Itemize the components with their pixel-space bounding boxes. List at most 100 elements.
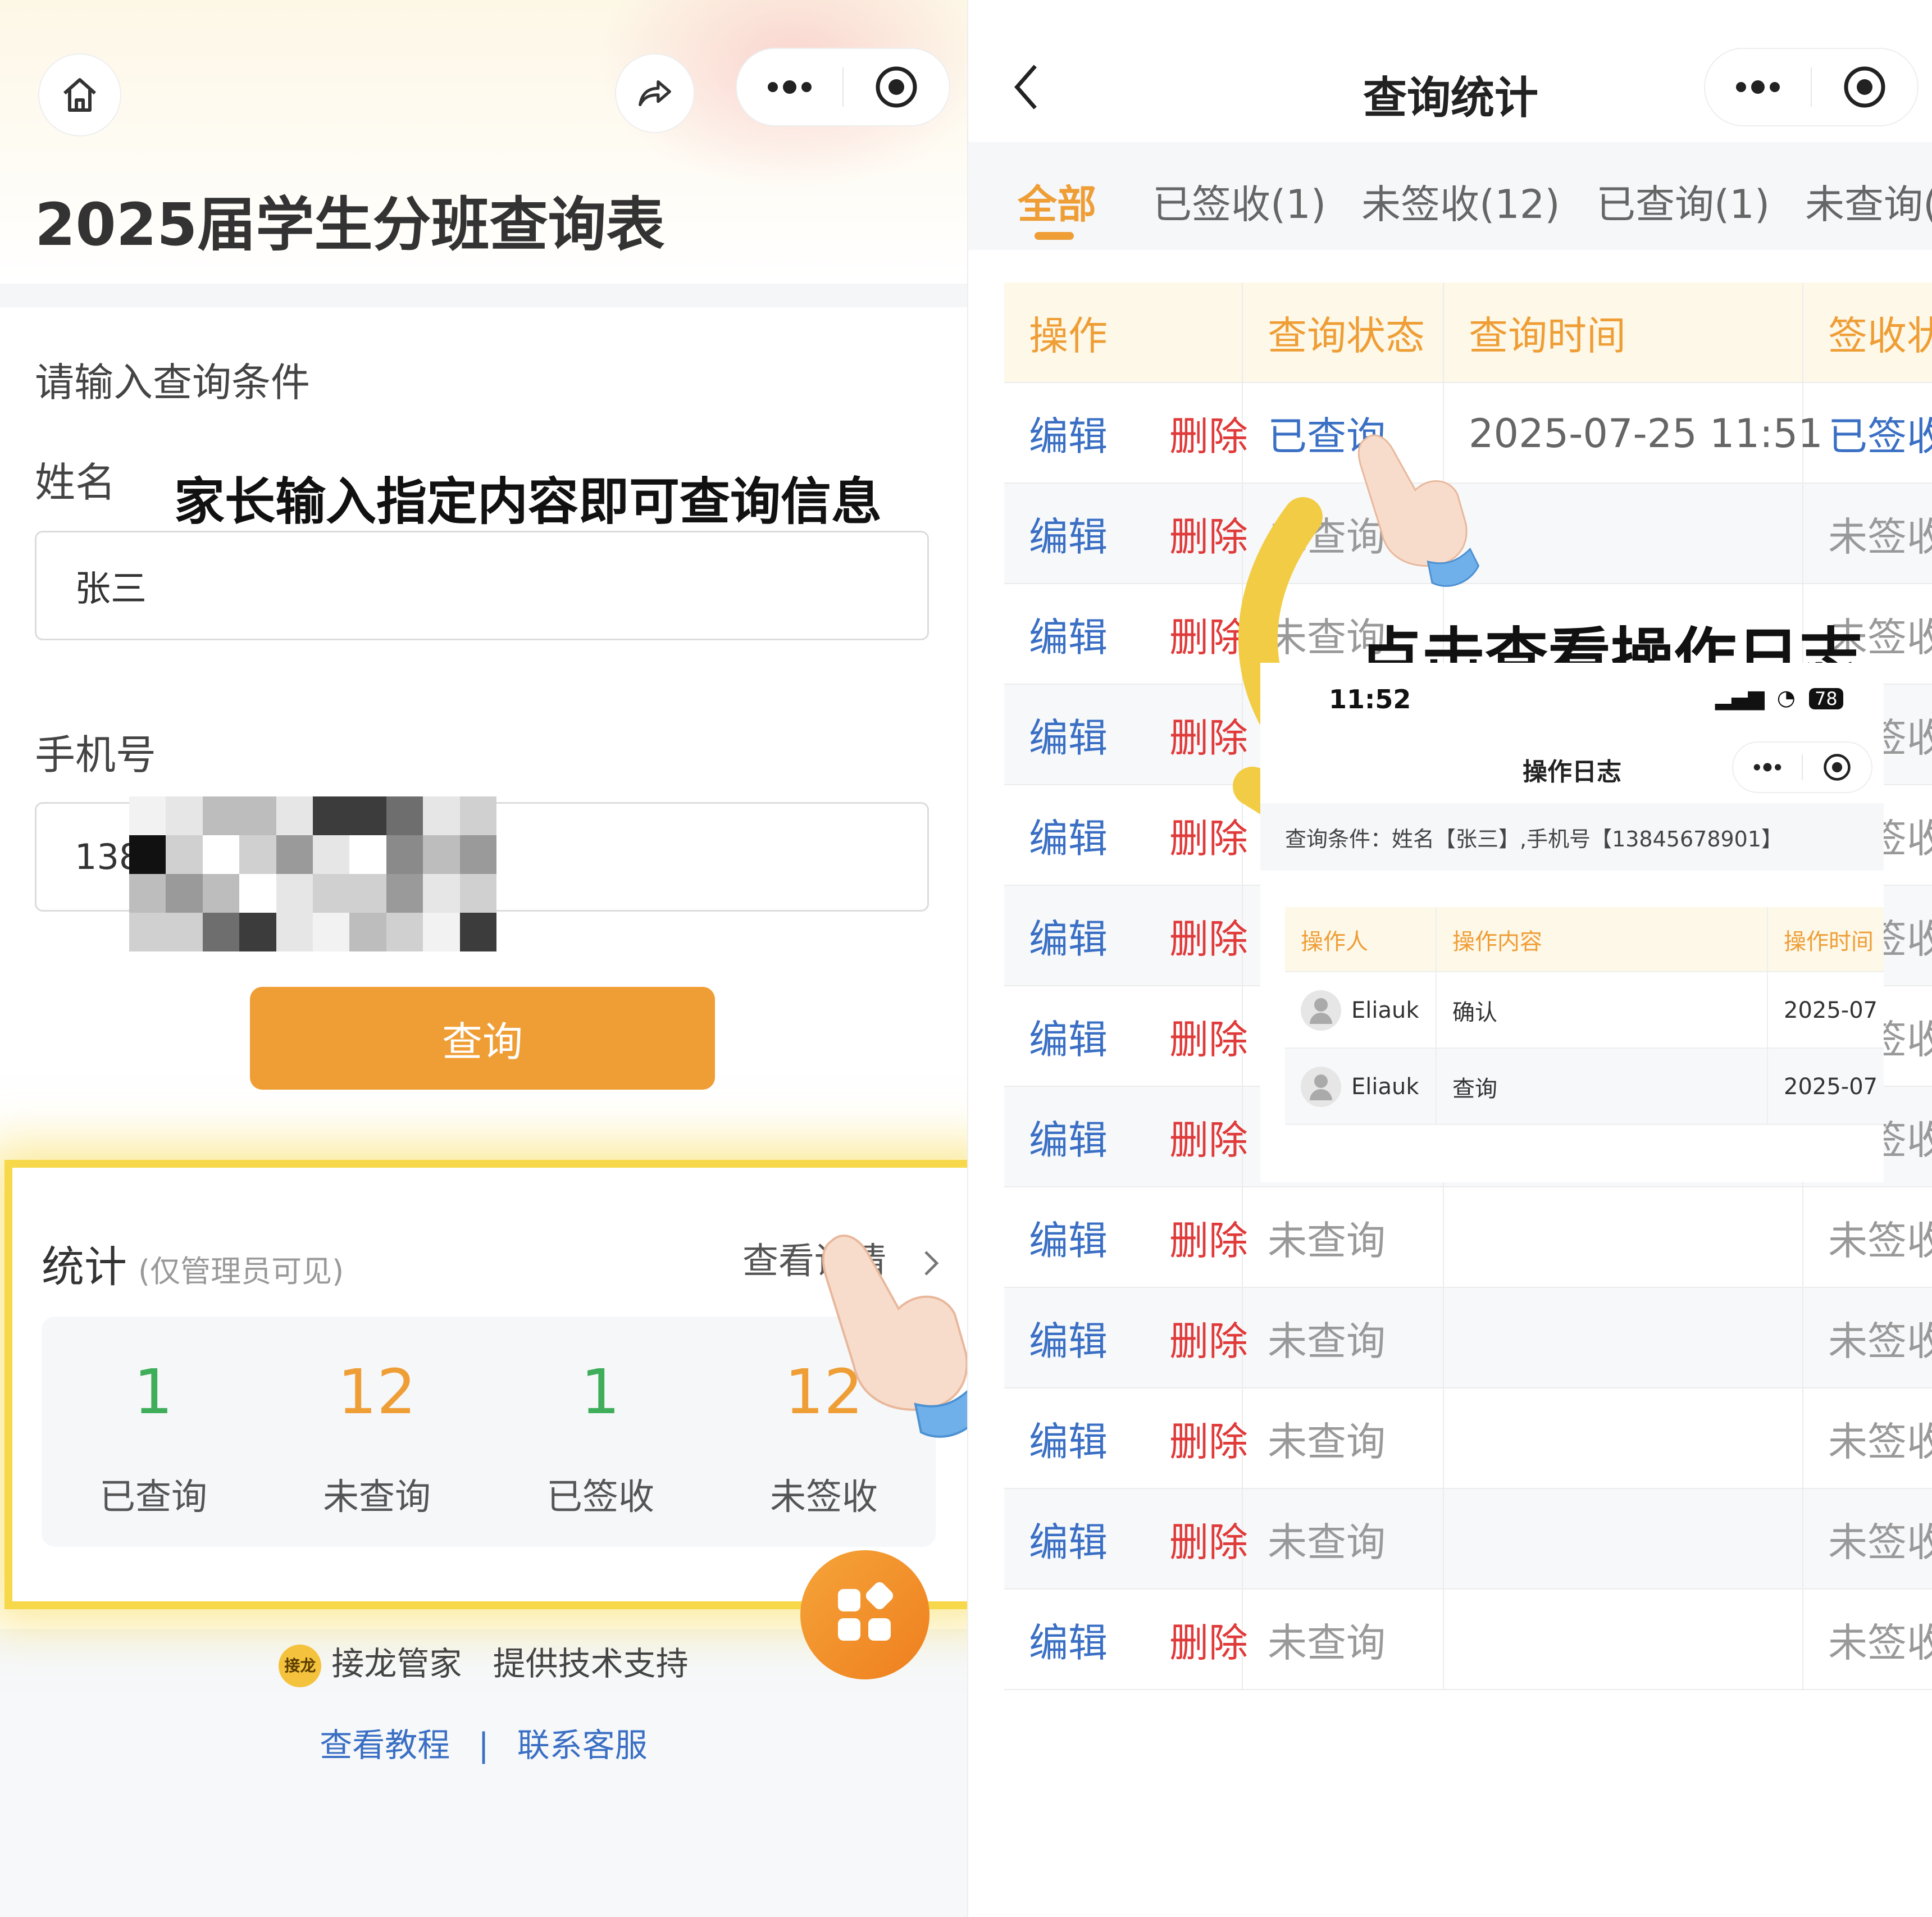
pointing-hand-icon [1357, 434, 1480, 587]
avatar [1301, 1067, 1341, 1107]
sign-status: 未签收 [1828, 514, 1932, 560]
log-row[interactable]: Eliauk 查询 2025-07 [1285, 1049, 1884, 1125]
log-operator: Eliauk [1351, 1074, 1419, 1100]
share-icon [639, 80, 671, 107]
phone-label: 手机号 [35, 731, 157, 778]
header-action: 操作 [1004, 283, 1243, 383]
stat-queried[interactable]: 1 已查询 [42, 1317, 265, 1547]
delete-button[interactable]: 删除 [1169, 1511, 1248, 1568]
edit-button[interactable]: 编辑 [1029, 506, 1108, 562]
active-tab-indicator [1035, 232, 1074, 240]
log-action: 确认 [1437, 972, 1768, 1049]
log-row[interactable]: Eliauk 确认 2025-07 [1285, 972, 1884, 1049]
table-header: 操作 查询状态 查询时间 签收状态 [1004, 283, 1932, 383]
query-status[interactable]: 未查询 [1243, 1187, 1444, 1288]
customer-service-link[interactable]: 联系客服 [517, 1726, 648, 1764]
edit-button[interactable]: 编辑 [1029, 707, 1108, 763]
row-actions: 编辑 删除 [1004, 584, 1248, 685]
inquiry-form-screen: 2025届学生分班查询表 请输入查询条件 姓名 家长输入指定内容即可查询信息 张… [0, 0, 967, 1917]
status-bar-time: 11:52 [1329, 684, 1411, 714]
tab-not-queried[interactable]: 未查询(12) [1805, 173, 1932, 230]
edit-button[interactable]: 编辑 [1029, 1209, 1108, 1266]
tab-queried[interactable]: 已查询(1) [1596, 173, 1770, 230]
log-time: 2025-07 [1784, 998, 1878, 1023]
query-status[interactable]: 未查询 [1243, 1388, 1444, 1489]
log-header-time: 操作时间 [1784, 929, 1874, 955]
edit-button[interactable]: 编辑 [1029, 1611, 1108, 1668]
query-time [1444, 1489, 1803, 1590]
stats-grid: 1 已查询 12 未查询 1 已签收 12 未签收 [42, 1317, 936, 1547]
edit-button[interactable]: 编辑 [1029, 1008, 1108, 1065]
more-dots-icon [768, 80, 812, 94]
close-miniapp-button[interactable] [844, 49, 949, 125]
link-separator: | [478, 1726, 489, 1764]
sign-status: 已签收 [1828, 413, 1932, 459]
share-button[interactable] [615, 53, 695, 133]
more-dots-icon [1736, 80, 1780, 94]
avatar [1301, 990, 1341, 1031]
query-time [1444, 1288, 1803, 1388]
more-button[interactable] [1733, 743, 1802, 792]
table-row: 编辑 删除未查询 未签收 [1004, 1388, 1932, 1489]
log-table-header: 操作人 操作内容 操作时间 [1285, 907, 1884, 972]
edit-button[interactable]: 编辑 [1029, 1410, 1108, 1467]
edit-button[interactable]: 编辑 [1029, 908, 1108, 964]
tutorial-link[interactable]: 查看教程 [320, 1726, 450, 1764]
row-actions: 编辑 删除 [1004, 886, 1248, 986]
page-title: 2025届学生分班查询表 [35, 190, 665, 259]
delete-button[interactable]: 删除 [1169, 405, 1248, 462]
more-button[interactable] [737, 49, 842, 125]
stat-signed[interactable]: 1 已签收 [489, 1317, 712, 1547]
annotation-parent-input: 家长输入指定内容即可查询信息 [168, 461, 887, 534]
status-bar-icons: ▂▄▆ ◔ 78 [1715, 685, 1843, 710]
delete-button[interactable]: 删除 [1169, 1310, 1248, 1367]
stats-subtitle: (仅管理员可见) [138, 1254, 344, 1289]
query-status[interactable]: 未查询 [1243, 1288, 1444, 1388]
log-header-content: 操作内容 [1437, 907, 1768, 972]
delete-button[interactable]: 删除 [1169, 1109, 1248, 1165]
table-row: 编辑 删除未查询 未签收 [1004, 1590, 1932, 1690]
delete-button[interactable]: 删除 [1169, 1209, 1248, 1266]
home-icon [63, 78, 96, 112]
pointing-hand-icon [822, 1235, 967, 1438]
stat-label: 未签收 [770, 1477, 878, 1518]
row-actions: 编辑 删除 [1004, 1489, 1248, 1590]
query-status[interactable]: 未查询 [1243, 1489, 1444, 1590]
footer-brand: 接龙 接龙管家 提供技术支持 [0, 1637, 967, 1687]
query-button[interactable]: 查询 [250, 987, 715, 1090]
row-actions: 编辑 删除 [1004, 685, 1248, 785]
edit-button[interactable]: 编辑 [1029, 606, 1108, 663]
sign-status: 未签收 [1828, 1519, 1932, 1565]
sign-status: 未签收 [1828, 1620, 1932, 1666]
delete-button[interactable]: 删除 [1169, 1410, 1248, 1467]
stat-not-queried[interactable]: 12 未查询 [265, 1317, 489, 1547]
more-dots-icon [1753, 763, 1781, 772]
close-miniapp-button[interactable] [1812, 49, 1917, 125]
table-row: 编辑 删除未查询 未签收 [1004, 1288, 1932, 1388]
jielong-logo: 接龙 [279, 1644, 322, 1687]
query-status[interactable]: 未查询 [1243, 1590, 1444, 1690]
row-actions: 编辑 删除 [1004, 484, 1248, 584]
filter-tabs: 全部 已签收(1) 未签收(12) 已查询(1) 未查询(12) [968, 142, 1932, 250]
home-button[interactable] [38, 53, 121, 136]
more-button[interactable] [1705, 49, 1811, 125]
name-input[interactable]: 张三 [35, 531, 929, 640]
stats-title: 统计 (仅管理员可见) [42, 1232, 344, 1294]
edit-button[interactable]: 编辑 [1029, 1511, 1108, 1568]
row-actions: 编辑 删除 [1004, 785, 1248, 886]
tab-not-signed[interactable]: 未签收(12) [1361, 173, 1560, 230]
brand-name: 接龙管家 [331, 1645, 462, 1683]
delete-button[interactable]: 删除 [1169, 1008, 1248, 1065]
tab-all[interactable]: 全部 [1018, 173, 1096, 230]
log-header-operator: 操作人 [1285, 907, 1437, 972]
signal-icon: ▂▄▆ [1715, 685, 1765, 710]
edit-button[interactable]: 编辑 [1029, 1310, 1108, 1367]
delete-button[interactable]: 删除 [1169, 908, 1248, 964]
close-miniapp-button[interactable] [1803, 743, 1871, 792]
edit-button[interactable]: 编辑 [1029, 807, 1108, 864]
tab-signed[interactable]: 已签收(1) [1152, 173, 1326, 230]
edit-button[interactable]: 编辑 [1029, 405, 1108, 462]
edit-button[interactable]: 编辑 [1029, 1109, 1108, 1165]
delete-button[interactable]: 删除 [1169, 1611, 1248, 1668]
row-actions: 编辑 删除 [1004, 1590, 1248, 1690]
